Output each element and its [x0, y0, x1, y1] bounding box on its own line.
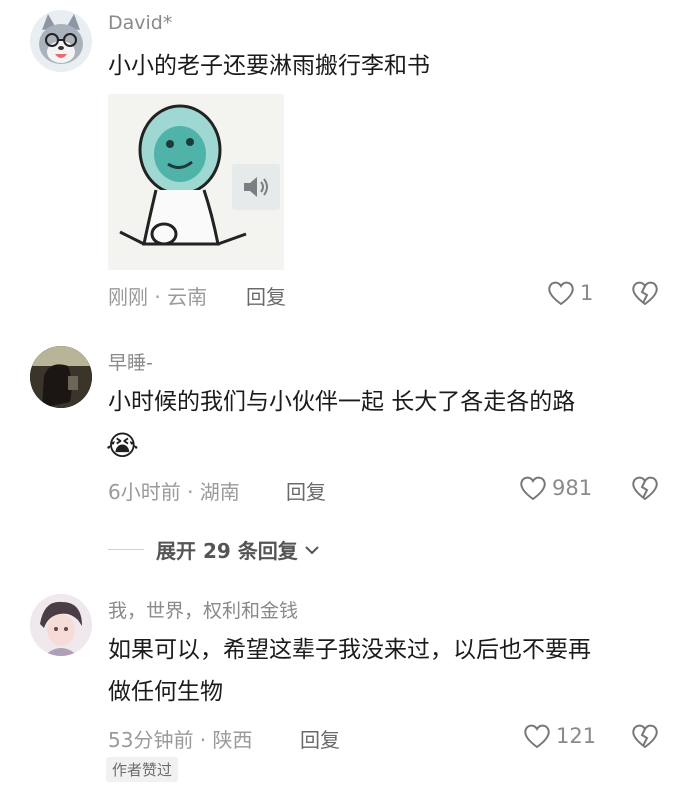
divider — [108, 549, 144, 550]
comment-text: 小小的老子还要淋雨搬行李和书 — [108, 53, 430, 79]
like-count: 1 — [580, 281, 594, 305]
like-count: 981 — [552, 476, 593, 500]
expand-replies-button[interactable]: 展开 29 条回复 — [108, 535, 322, 564]
like-button[interactable]: 1 — [546, 279, 593, 307]
like-button[interactable]: 981 — [518, 474, 592, 502]
chevron-down-icon — [305, 545, 319, 554]
broken-heart-icon — [632, 476, 658, 501]
expand-replies-label: 展开 29 条回复 — [156, 539, 298, 563]
heart-icon — [520, 476, 546, 501]
comment-meta: 53分钟前 · 陕西 — [108, 728, 253, 752]
username[interactable]: David* — [108, 12, 172, 34]
reply-button[interactable]: 回复 — [246, 281, 286, 310]
like-count: 121 — [556, 724, 597, 748]
comment-text: 小时候的我们与小伙伴一起 长大了各走各的路 — [108, 389, 576, 415]
dislike-button[interactable] — [630, 722, 660, 754]
emoji: 😭 — [106, 429, 139, 462]
comment-meta: 刚刚 · 云南 — [108, 285, 208, 309]
comment-text: 如果可以，希望这辈子我没来过，以后也不要再 — [108, 637, 591, 663]
sticker-image[interactable] — [108, 94, 284, 270]
avatar[interactable] — [30, 10, 92, 72]
reply-button[interactable]: 回复 — [286, 476, 326, 505]
wolf-cartoon-avatar-icon — [39, 14, 83, 64]
broken-heart-icon — [632, 281, 658, 306]
avatar[interactable] — [30, 594, 92, 656]
heart-icon — [548, 281, 574, 306]
dislike-button[interactable] — [630, 474, 660, 506]
like-button[interactable]: 121 — [522, 722, 596, 750]
dislike-button[interactable] — [630, 279, 660, 311]
avatar[interactable] — [30, 346, 92, 408]
anime-avatar-icon — [30, 594, 92, 656]
username[interactable]: 早睡- — [108, 348, 153, 375]
heart-icon — [524, 724, 550, 749]
comment-text: 做任何生物 — [108, 679, 223, 705]
username[interactable]: 我，世界，权利和金钱 — [108, 596, 298, 623]
dark-photo-avatar-icon — [30, 346, 92, 408]
reply-button[interactable]: 回复 — [300, 724, 340, 753]
author-liked-badge: 作者赞过 — [106, 757, 179, 782]
comment-meta: 6小时前 · 湖南 — [108, 480, 240, 504]
broken-heart-icon — [632, 724, 658, 749]
speaker-icon — [244, 177, 268, 197]
